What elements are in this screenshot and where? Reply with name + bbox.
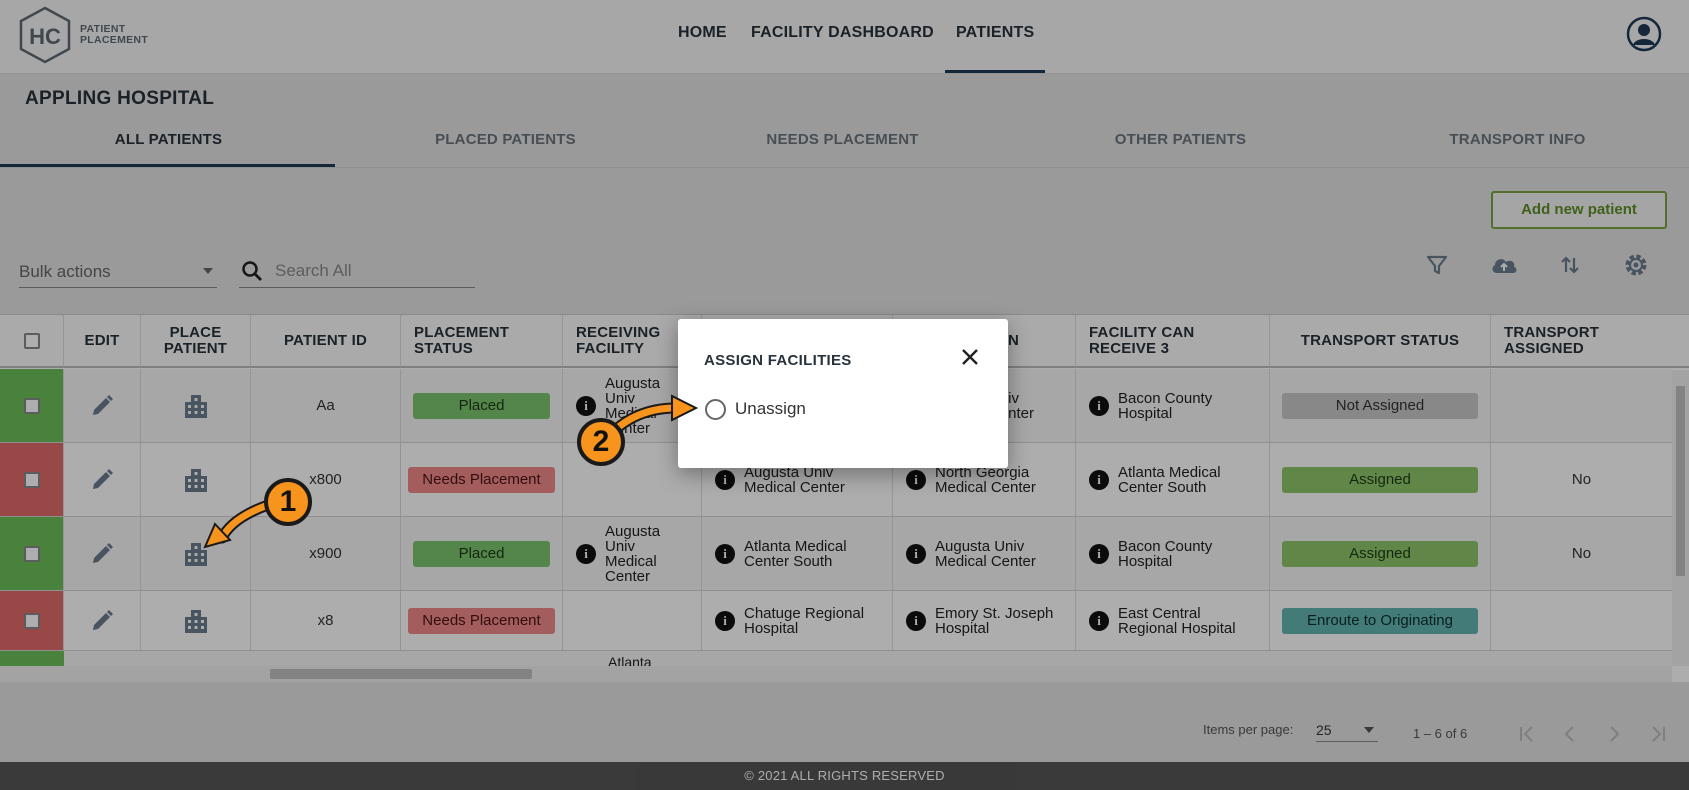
callout-step-2: 2 (577, 418, 625, 466)
dialog-title: ASSIGN FACILITIES (704, 352, 852, 369)
unassign-radio[interactable] (705, 399, 726, 420)
callout-step-1: 1 (264, 478, 312, 526)
unassign-radio-label[interactable]: Unassign (735, 399, 806, 419)
close-icon[interactable] (958, 345, 982, 369)
assign-facilities-dialog: ASSIGN FACILITIES Unassign (678, 319, 1008, 468)
